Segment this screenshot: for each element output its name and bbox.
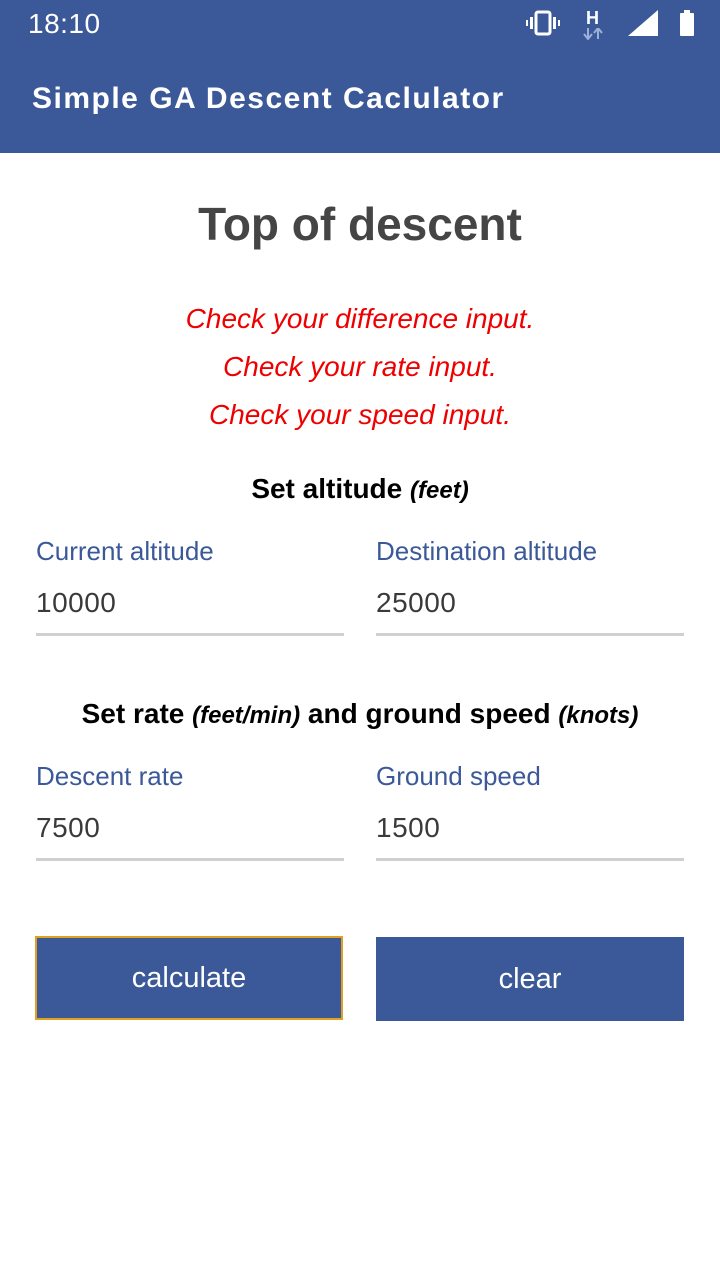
altitude-section-heading: Set altitude (feet) xyxy=(0,473,720,505)
speed-heading-text: and ground speed xyxy=(307,698,551,729)
signal-icon xyxy=(628,9,658,41)
error-difference: Check your difference input. xyxy=(185,303,535,334)
app-bar: Simple GA Descent Caclulator xyxy=(0,50,720,153)
network-h-icon: H xyxy=(582,8,606,40)
altitude-heading-text: Set altitude xyxy=(251,473,403,504)
page-title: Top of descent xyxy=(198,198,522,250)
current-altitude-underline xyxy=(36,633,344,636)
descent-rate-underline xyxy=(36,858,344,861)
current-altitude-input[interactable]: 10000 xyxy=(36,586,344,620)
calculate-button[interactable]: calculate xyxy=(35,936,343,1020)
clear-button[interactable]: clear xyxy=(376,937,684,1021)
destination-altitude-field[interactable]: Destination altitude 25000 xyxy=(376,534,684,636)
rate-unit: (feet/min) xyxy=(192,702,301,729)
network-type-label: H xyxy=(586,8,599,28)
app-title: Simple GA Descent Caclulator xyxy=(32,82,505,115)
descent-rate-input[interactable]: 7500 xyxy=(36,811,344,845)
destination-altitude-input[interactable]: 25000 xyxy=(376,586,684,620)
rate-heading-text: Set rate xyxy=(81,698,185,729)
speed-unit: (knots) xyxy=(558,702,639,729)
rate-section-heading: Set rate (feet/min) and ground speed (kn… xyxy=(0,698,720,730)
current-altitude-label: Current altitude xyxy=(36,536,214,566)
status-time: 18:10 xyxy=(28,8,101,39)
error-rate: Check your rate input. xyxy=(223,351,497,382)
status-bar: 18:10 H xyxy=(0,0,720,50)
descent-rate-label: Descent rate xyxy=(36,761,184,791)
ground-speed-input[interactable]: 1500 xyxy=(376,811,684,845)
descent-rate-field[interactable]: Descent rate 7500 xyxy=(36,759,344,861)
status-icons: H xyxy=(526,8,694,41)
battery-icon xyxy=(680,9,694,41)
current-altitude-field[interactable]: Current altitude 10000 xyxy=(36,534,344,636)
vibrate-icon xyxy=(526,10,560,41)
ground-speed-field[interactable]: Ground speed 1500 xyxy=(376,759,684,861)
ground-speed-underline xyxy=(376,858,684,861)
main-content: Top of descent Check your difference inp… xyxy=(0,153,720,1280)
destination-altitude-underline xyxy=(376,633,684,636)
error-speed: Check your speed input. xyxy=(209,399,511,430)
error-messages: Check your difference input. Check your … xyxy=(0,299,720,443)
ground-speed-label: Ground speed xyxy=(376,761,541,791)
destination-altitude-label: Destination altitude xyxy=(376,536,598,566)
altitude-unit: (feet) xyxy=(410,477,469,504)
